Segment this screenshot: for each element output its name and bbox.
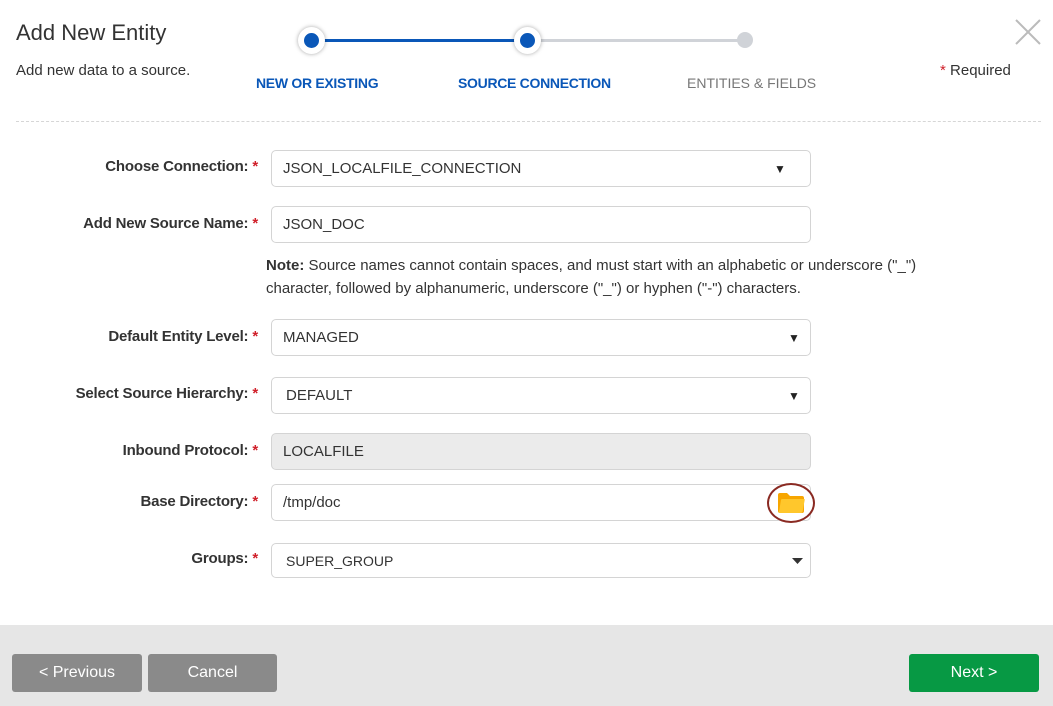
- caret-down-icon: ▼: [774, 161, 786, 176]
- required-asterisk: *: [252, 158, 258, 175]
- page-title: Add New Entity: [16, 20, 167, 45]
- wizard-stepper: NEW OR EXISTING SOURCE CONNECTION ENTITI…: [250, 24, 830, 104]
- step-dot-entities-fields: [737, 32, 753, 48]
- note-text: Source names cannot contain spaces, and …: [266, 257, 917, 297]
- inbound-protocol-label-text: Inbound Protocol:: [122, 442, 249, 459]
- entity-level-select[interactable]: MANAGED ▼: [271, 319, 811, 356]
- previous-button[interactable]: < Previous: [12, 654, 142, 692]
- header-divider: [16, 121, 1041, 122]
- required-asterisk: *: [252, 550, 258, 567]
- page-subtitle: Add new data to a source.: [16, 62, 191, 79]
- inbound-protocol-field: LOCALFILE: [271, 433, 811, 470]
- source-hierarchy-select[interactable]: DEFAULT ▼: [271, 377, 811, 414]
- connection-label: Choose Connection: *: [105, 158, 258, 175]
- base-directory-label: Base Directory: *: [140, 493, 258, 510]
- entity-level-label-text: Default Entity Level:: [108, 328, 249, 345]
- cancel-button[interactable]: Cancel: [148, 654, 277, 692]
- inbound-protocol-value: LOCALFILE: [283, 443, 364, 460]
- required-legend: * Required: [940, 62, 1011, 79]
- wizard-footer: < Previous Cancel Next >: [0, 625, 1053, 706]
- source-name-input[interactable]: JSON_DOC: [271, 206, 811, 243]
- required-asterisk: *: [252, 215, 258, 232]
- entity-level-select-value: MANAGED: [283, 329, 359, 346]
- source-name-label-text: Add New Source Name:: [83, 215, 249, 232]
- close-button[interactable]: [1014, 18, 1042, 46]
- groups-select-value: SUPER_GROUP: [286, 552, 394, 569]
- step-label-new-or-existing[interactable]: NEW OR EXISTING: [256, 75, 379, 91]
- note-prefix: Note:: [266, 257, 305, 274]
- folder-icon: [778, 493, 805, 513]
- required-asterisk: *: [252, 328, 258, 345]
- step-label-source-connection[interactable]: SOURCE CONNECTION: [458, 75, 611, 91]
- caret-down-icon: [792, 558, 803, 564]
- required-asterisk: *: [940, 62, 946, 79]
- groups-label-text: Groups:: [191, 550, 249, 567]
- step-dot-source-connection[interactable]: [514, 27, 541, 54]
- source-hierarchy-label: Select Source Hierarchy: *: [75, 385, 259, 402]
- caret-down-icon: ▼: [788, 388, 800, 403]
- stepper-track-complete: [312, 39, 528, 42]
- inbound-protocol-label: Inbound Protocol: *: [122, 442, 259, 459]
- connection-select[interactable]: JSON_LOCALFILE_CONNECTION ▼: [271, 150, 811, 187]
- source-name-input-value: JSON_DOC: [283, 216, 365, 233]
- next-button[interactable]: Next >: [909, 654, 1039, 692]
- groups-label: Groups: *: [191, 550, 258, 567]
- step-dot-new-or-existing[interactable]: [298, 27, 325, 54]
- connection-label-text: Choose Connection:: [105, 158, 249, 175]
- base-directory-input[interactable]: /tmp/doc: [271, 484, 811, 521]
- caret-down-icon: ▼: [788, 330, 800, 345]
- browse-directory-button[interactable]: [767, 483, 815, 523]
- required-asterisk: *: [252, 385, 258, 402]
- close-icon: [1015, 19, 1041, 45]
- source-name-note: Note: Source names cannot contain spaces…: [266, 254, 966, 300]
- required-legend-text: Required: [950, 62, 1011, 79]
- required-asterisk: *: [252, 493, 258, 510]
- connection-select-value: JSON_LOCALFILE_CONNECTION: [283, 160, 522, 177]
- base-directory-input-value: /tmp/doc: [283, 494, 341, 511]
- step-label-entities-fields: ENTITIES & FIELDS: [687, 75, 817, 91]
- stepper-track-pending: [528, 39, 745, 42]
- source-hierarchy-select-value: DEFAULT: [286, 387, 353, 404]
- source-hierarchy-label-text: Select Source Hierarchy:: [75, 385, 249, 402]
- required-asterisk: *: [252, 442, 258, 459]
- base-directory-label-text: Base Directory:: [140, 493, 249, 510]
- entity-level-label: Default Entity Level: *: [108, 328, 258, 345]
- groups-select[interactable]: SUPER_GROUP: [271, 543, 811, 578]
- source-name-label: Add New Source Name: *: [83, 215, 258, 232]
